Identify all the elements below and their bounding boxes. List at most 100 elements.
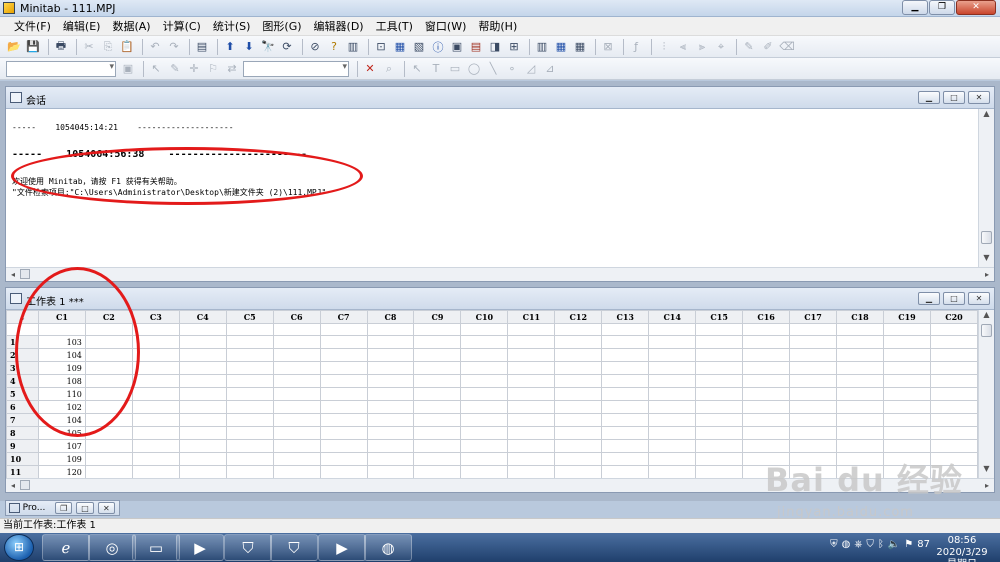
- scroll-up-icon[interactable]: ▲: [979, 310, 994, 324]
- column-name-cell[interactable]: [648, 323, 697, 336]
- column-name-cell[interactable]: [413, 323, 462, 336]
- taskbar-clock[interactable]: 08:56 2020/3/29 星期日: [930, 535, 994, 562]
- data-cell[interactable]: [272, 335, 321, 349]
- data-cell[interactable]: [695, 361, 744, 375]
- data-cell[interactable]: [789, 348, 838, 362]
- column-name-cell[interactable]: [84, 323, 133, 336]
- data-cell[interactable]: [601, 439, 650, 453]
- data-cell[interactable]: [507, 426, 556, 440]
- data-cell[interactable]: [319, 335, 368, 349]
- data-cell[interactable]: [882, 348, 931, 362]
- column-header[interactable]: C1: [37, 310, 86, 324]
- data-cell[interactable]: [131, 348, 180, 362]
- undo-icon[interactable]: ↶: [147, 39, 163, 55]
- row-header[interactable]: 6: [6, 400, 39, 414]
- row-header[interactable]: 3: [6, 361, 39, 375]
- menu-data[interactable]: 数据(A): [106, 18, 156, 34]
- data-cell[interactable]: [272, 413, 321, 427]
- swap-icon[interactable]: ⇄: [224, 61, 240, 77]
- data-cell[interactable]: [789, 361, 838, 375]
- data-cell[interactable]: [648, 387, 697, 401]
- data-cell[interactable]: [366, 348, 415, 362]
- insert-row-down-icon[interactable]: ⬇: [241, 39, 257, 55]
- data-cell[interactable]: [131, 465, 180, 478]
- data-cell[interactable]: [225, 387, 274, 401]
- data-cell[interactable]: [366, 439, 415, 453]
- select-arrow-icon[interactable]: ↖: [148, 61, 164, 77]
- print-icon[interactable]: 🖶: [53, 39, 69, 55]
- data-cell[interactable]: [648, 426, 697, 440]
- start-button[interactable]: ⊞: [4, 534, 34, 561]
- eraser-icon[interactable]: ⌫: [779, 39, 795, 55]
- pointer-icon[interactable]: ↖: [409, 61, 425, 77]
- session-horizontal-scrollbar[interactable]: ◂ ▸: [6, 267, 994, 281]
- brush-tool-icon[interactable]: ✎: [167, 61, 183, 77]
- column-name-cell[interactable]: [460, 323, 509, 336]
- data-cell[interactable]: [178, 400, 227, 414]
- data-cell[interactable]: [601, 400, 650, 414]
- data-cell[interactable]: [554, 387, 603, 401]
- pencil-icon[interactable]: ✎: [741, 39, 757, 55]
- data-cell[interactable]: [413, 452, 462, 466]
- brush-icon[interactable]: ⊠: [600, 39, 616, 55]
- security-shield-icon[interactable]: ⛉: [224, 534, 272, 561]
- menu-file[interactable]: 文件(F): [8, 18, 57, 34]
- column-name-cell[interactable]: [225, 323, 274, 336]
- scroll-thumb[interactable]: [20, 480, 30, 490]
- show-graphs-icon[interactable]: ▧: [411, 39, 427, 55]
- data-cell[interactable]: [507, 335, 556, 349]
- data-cell[interactable]: [178, 361, 227, 375]
- data-cell[interactable]: [648, 374, 697, 388]
- cancel-icon[interactable]: ⊘: [307, 39, 323, 55]
- data-cell[interactable]: [789, 426, 838, 440]
- data-cell[interactable]: [413, 335, 462, 349]
- data-cell[interactable]: [836, 348, 884, 362]
- data-cell[interactable]: [319, 400, 368, 414]
- data-cell[interactable]: [319, 426, 368, 440]
- data-cell[interactable]: [366, 413, 415, 427]
- column-name-cell[interactable]: [882, 323, 931, 336]
- data-cell[interactable]: [601, 387, 650, 401]
- row-header[interactable]: 10: [6, 452, 39, 466]
- data-cell[interactable]: [460, 439, 509, 453]
- flag-icon[interactable]: ⚐: [205, 61, 221, 77]
- data-cell[interactable]: [319, 439, 368, 453]
- data-cell[interactable]: [319, 465, 368, 478]
- data-cell[interactable]: [507, 452, 556, 466]
- column-name-cell[interactable]: [836, 323, 884, 336]
- column-name-cell[interactable]: [178, 323, 227, 336]
- tree-collapse-icon[interactable]: ⫸: [694, 39, 710, 55]
- data-cell[interactable]: [742, 348, 791, 362]
- mini-maximize-button[interactable]: □: [76, 502, 94, 514]
- data-cell[interactable]: [319, 387, 368, 401]
- data-cell[interactable]: [742, 439, 791, 453]
- file-explorer-icon[interactable]: ▭: [132, 534, 180, 561]
- data-cell[interactable]: [695, 400, 744, 414]
- data-cell[interactable]: [554, 465, 603, 478]
- data-cell[interactable]: [366, 426, 415, 440]
- column-header[interactable]: C13: [601, 310, 650, 324]
- data-cell[interactable]: [648, 400, 697, 414]
- chrome-browser-icon[interactable]: ◎: [88, 534, 136, 561]
- ellipse-icon[interactable]: ◯: [466, 61, 482, 77]
- menu-edit[interactable]: 编辑(E): [57, 18, 107, 34]
- tray-antivirus-icon[interactable]: ⛨: [830, 539, 838, 550]
- data-cell[interactable]: [413, 400, 462, 414]
- project-manager-icon[interactable]: ◨: [487, 39, 503, 55]
- data-cell[interactable]: [131, 335, 180, 349]
- data-cell[interactable]: [272, 387, 321, 401]
- column-name-cell[interactable]: [789, 323, 838, 336]
- open-icon[interactable]: 📂: [6, 39, 22, 55]
- tree-node-icon[interactable]: ⌖: [713, 39, 729, 55]
- session-window-icon[interactable]: ⊡: [373, 39, 389, 55]
- column-header[interactable]: C16: [742, 310, 791, 324]
- delete-icon[interactable]: ✕: [362, 61, 378, 77]
- data-cell[interactable]: [366, 452, 415, 466]
- mini-restore-button[interactable]: ❐: [55, 502, 73, 514]
- media-player-icon[interactable]: ▶: [176, 534, 224, 561]
- tree-icon[interactable]: ⫶: [656, 39, 672, 55]
- copy-icon[interactable]: ⎘: [100, 39, 116, 55]
- data-cell[interactable]: [742, 335, 791, 349]
- restore-button[interactable]: ❐: [929, 0, 955, 15]
- text-tool-icon[interactable]: T: [428, 61, 444, 77]
